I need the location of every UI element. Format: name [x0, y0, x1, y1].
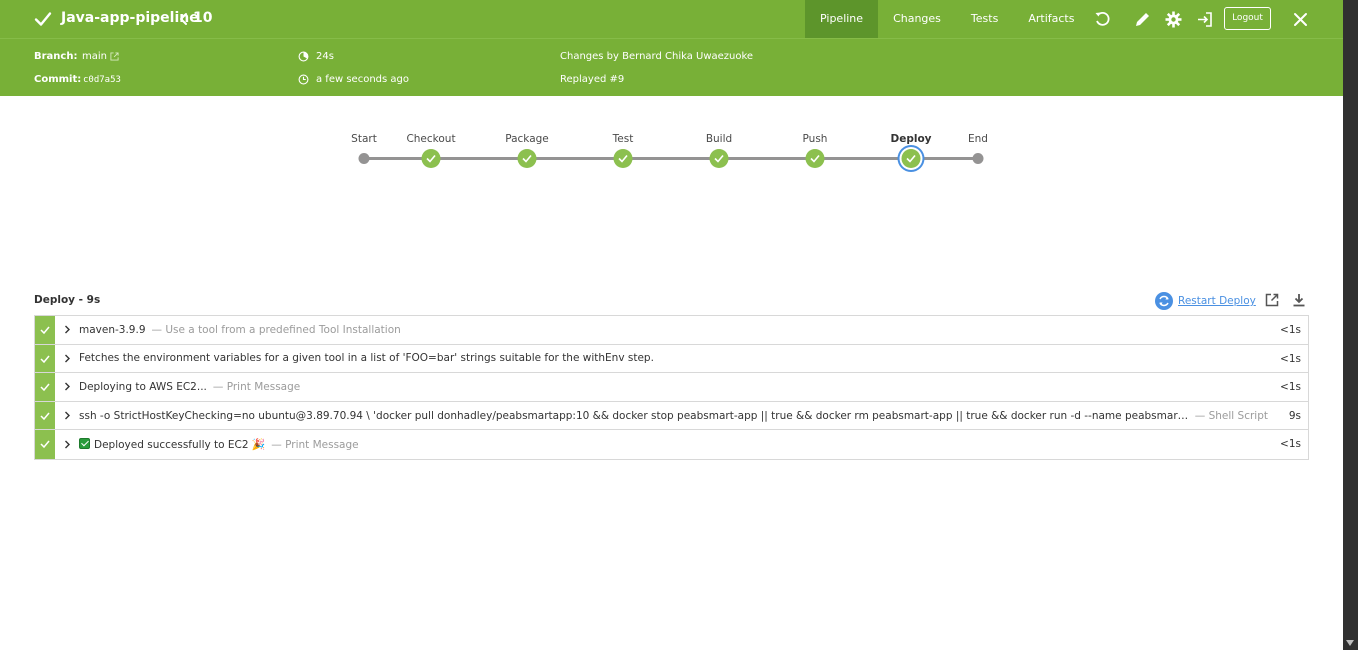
party-popper-icon: 🎉 [251, 438, 266, 452]
tab-changes[interactable]: Changes [878, 0, 956, 38]
clock-icon [298, 74, 309, 85]
exit-icon[interactable] [1196, 11, 1213, 28]
pipeline-page: Java-app-pipeline 10 Pipeline Changes Te… [0, 0, 1343, 650]
pencil-icon[interactable] [1134, 11, 1151, 28]
stage-label-deploy[interactable]: Deploy [890, 133, 931, 145]
pipeline-track [364, 157, 978, 160]
check-icon [40, 355, 50, 363]
check-icon [40, 440, 50, 449]
replayed-info[interactable]: Replayed #9 [560, 74, 624, 85]
step-text: maven-3.9.9 [79, 323, 146, 336]
step-text: Deploying to AWS EC2... [79, 380, 207, 393]
restart-icon [1155, 292, 1173, 310]
step-text: ssh -o StrictHostKeyChecking=no ubuntu@3… [79, 409, 1189, 422]
step-row[interactable]: maven-3.9.9 — Use a tool from a predefin… [35, 316, 1308, 345]
step-status-success [35, 316, 55, 344]
stage-label-package[interactable]: Package [505, 133, 549, 145]
chevron-left-icon [180, 13, 187, 25]
check-icon [426, 154, 436, 163]
chevron-right-icon[interactable] [64, 382, 74, 391]
commit-value: c0d7a53 [83, 75, 121, 85]
step-duration: <1s [1280, 352, 1301, 365]
step-message: Deployed successfully to EC2 [94, 439, 249, 452]
check-mark-button-icon [79, 438, 90, 450]
download-icon[interactable] [1292, 293, 1306, 307]
step-description: — Shell Script [1194, 409, 1268, 422]
step-status-success [35, 344, 55, 373]
stage-label-push[interactable]: Push [803, 133, 828, 145]
check-icon [714, 154, 724, 163]
branch-value[interactable]: main [82, 51, 107, 62]
run-info-bar: Branch: main Commit: c0d7a53 24s a few s… [0, 38, 1343, 96]
check-icon [810, 154, 820, 163]
gear-icon[interactable] [1165, 11, 1182, 28]
step-text: Fetches the environment variables for a … [79, 352, 654, 365]
chevron-right-icon[interactable] [64, 411, 74, 420]
step-description: — Print Message [212, 380, 301, 393]
tab-tests[interactable]: Tests [956, 0, 1013, 38]
stage-node-checkout[interactable] [421, 149, 441, 168]
step-status-success [35, 373, 55, 401]
step-status-success [35, 430, 55, 459]
stage-node-package[interactable] [517, 149, 537, 168]
step-list: maven-3.9.9 — Use a tool from a predefin… [34, 315, 1309, 460]
replay-icon[interactable] [1094, 11, 1111, 28]
restart-stage-button[interactable]: Restart Deploy [1155, 292, 1256, 310]
run-number: 10 [193, 10, 213, 26]
header-bar: Java-app-pipeline 10 Pipeline Changes Te… [0, 0, 1343, 38]
step-duration: <1s [1280, 381, 1301, 394]
stage-label-start: Start [351, 133, 377, 145]
stage-label-end: End [968, 133, 988, 145]
step-duration: 9s [1288, 409, 1301, 422]
step-row[interactable]: ssh -o StrictHostKeyChecking=no ubuntu@3… [35, 401, 1308, 431]
run-duration: 24s [316, 51, 334, 62]
stage-node-build[interactable] [709, 149, 729, 168]
commit-label: Commit: [34, 74, 82, 85]
step-description: — Use a tool from a predefined Tool Inst… [151, 323, 401, 336]
run-time-ago: a few seconds ago [316, 74, 409, 85]
scroll-down-arrow-icon[interactable] [1346, 640, 1354, 646]
step-row[interactable]: Deploying to AWS EC2... — Print Message … [35, 373, 1308, 402]
duration-icon [298, 51, 309, 62]
tab-artifacts[interactable]: Artifacts [1013, 0, 1089, 38]
stage-node-test[interactable] [613, 149, 633, 168]
check-icon [618, 154, 628, 163]
check-icon [522, 154, 532, 163]
chevron-right-icon[interactable] [64, 440, 74, 449]
branch-label: Branch: [34, 51, 78, 62]
changes-author: Changes by Bernard Chika Uwaezuoke [560, 51, 754, 62]
chevron-right-icon[interactable] [64, 325, 74, 334]
tab-pipeline[interactable]: Pipeline [805, 0, 879, 38]
check-icon [40, 412, 50, 420]
logout-button[interactable]: Logout [1224, 7, 1271, 30]
step-text: Deployed successfully to EC2 🎉 [79, 438, 265, 451]
success-check-icon [34, 12, 52, 26]
vertical-scrollbar[interactable] [1343, 0, 1358, 650]
stage-label-checkout[interactable]: Checkout [406, 133, 455, 145]
chevron-right-icon[interactable] [64, 354, 74, 363]
open-in-new-icon[interactable] [1265, 293, 1279, 307]
check-icon [906, 154, 916, 163]
step-row[interactable]: Deployed successfully to EC2 🎉 — Print Me… [35, 430, 1308, 459]
step-description: — Print Message [271, 438, 359, 451]
stage-label-build[interactable]: Build [706, 133, 732, 145]
step-duration: <1s [1280, 438, 1301, 451]
header-tabs: Pipeline Changes Tests Artifacts [805, 0, 1089, 38]
external-link-icon[interactable] [110, 52, 119, 61]
restart-stage-label: Restart Deploy [1178, 295, 1256, 307]
stage-label-test[interactable]: Test [613, 133, 634, 145]
stage-node-end [972, 153, 984, 164]
step-duration: <1s [1280, 324, 1301, 336]
stage-node-push[interactable] [805, 149, 825, 168]
stage-steps-title: Deploy - 9s [34, 294, 101, 306]
step-status-success [35, 401, 55, 430]
stage-node-deploy[interactable] [901, 149, 921, 168]
pipeline-graph: Start Checkout Package Test Build Push D… [0, 120, 1343, 180]
check-icon [40, 326, 50, 335]
check-icon [40, 383, 50, 392]
stage-node-start [358, 153, 370, 164]
close-icon[interactable] [1292, 11, 1309, 28]
step-row[interactable]: Fetches the environment variables for a … [35, 344, 1308, 374]
